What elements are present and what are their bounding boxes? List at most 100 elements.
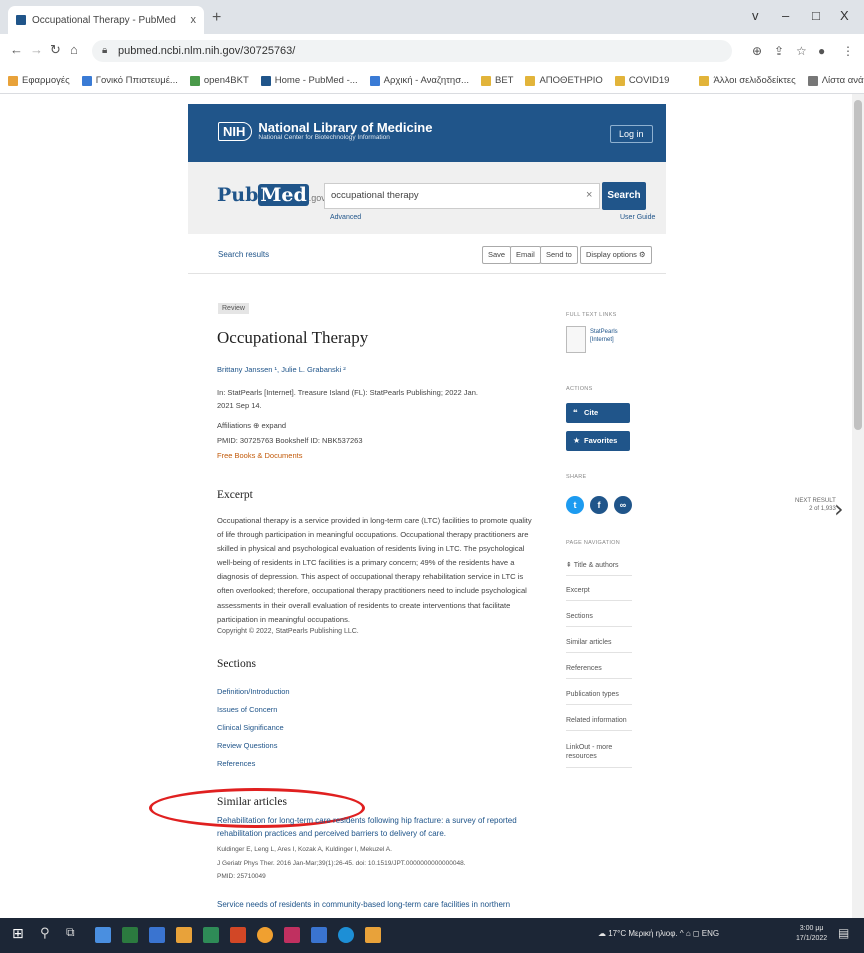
search-band: Pub Med .gov occupational therapy × Search… bbox=[188, 162, 666, 234]
clock[interactable]: 3:00 μμ 17/1/2022 bbox=[796, 924, 827, 944]
similar-article-title[interactable]: rehabilitation practices and perceived b… bbox=[217, 829, 446, 838]
bookmark-item[interactable]: Home - PubMed -... bbox=[260, 75, 358, 86]
zoom-icon[interactable]: ⊕ bbox=[752, 44, 762, 58]
folder-icon[interactable] bbox=[176, 927, 192, 943]
page-nav-linkout[interactable]: LinkOut - more resources bbox=[566, 743, 632, 768]
author-list[interactable]: Brittany Janssen ¹, Julie L. Grabanski ² bbox=[217, 365, 346, 374]
minimize-button[interactable]: – bbox=[782, 8, 789, 23]
advanced-search-link[interactable]: Advanced bbox=[330, 214, 361, 221]
page-nav-similar-articles[interactable]: Similar articles bbox=[566, 639, 632, 653]
section-link[interactable]: Definition/Introduction bbox=[217, 687, 290, 696]
cite-button[interactable]: ❝ Cite bbox=[566, 403, 630, 423]
facebook-icon[interactable]: f bbox=[590, 496, 608, 514]
twitter-icon[interactable]: t bbox=[566, 496, 584, 514]
clear-search-icon[interactable]: × bbox=[586, 189, 592, 201]
user-guide-link[interactable]: User Guide bbox=[620, 214, 655, 221]
page-nav-related-information[interactable]: Related information bbox=[566, 717, 632, 731]
pubmed-logo[interactable]: Pub Med .gov bbox=[217, 184, 326, 206]
address-bar[interactable]: 🔒︎ pubmed.ncbi.nlm.nih.gov/30725763/ bbox=[92, 40, 732, 62]
page-nav-title-authors[interactable]: ⇞ Title & authors bbox=[566, 561, 632, 576]
weather-icon[interactable]: ☁ bbox=[598, 929, 606, 938]
send-to-button[interactable]: Send to bbox=[540, 246, 578, 264]
app-icon[interactable] bbox=[284, 927, 300, 943]
app-icon[interactable] bbox=[203, 927, 219, 943]
maximize-button[interactable]: □ bbox=[812, 8, 820, 23]
full-text-link[interactable]: StatPearls [Internet] bbox=[590, 328, 618, 344]
page-nav-sections[interactable]: Sections bbox=[566, 613, 632, 627]
bookmark-favicon-icon bbox=[189, 75, 200, 86]
actions-label: ACTIONS bbox=[566, 386, 593, 392]
bookmark-item[interactable]: Αρχική - Αναζητησ... bbox=[369, 75, 469, 86]
chrome-icon[interactable] bbox=[257, 927, 273, 943]
scrollbar-thumb[interactable] bbox=[854, 100, 862, 430]
menu-kebab-icon[interactable]: ⋮ bbox=[842, 44, 854, 58]
task-view-icon[interactable]: ⧉ bbox=[66, 925, 82, 941]
free-books-link[interactable]: Free Books & Documents bbox=[217, 451, 302, 460]
edge-icon[interactable] bbox=[338, 927, 354, 943]
copyright: Copyright © 2022, StatPearls Publishing … bbox=[217, 628, 359, 635]
bookmark-item[interactable]: Γονικό Ππιστευμέ... bbox=[81, 75, 178, 86]
weather-text[interactable]: 17°C Μερική ηλιοφ. bbox=[608, 929, 677, 938]
search-input[interactable]: occupational therapy bbox=[324, 183, 600, 209]
app-icon[interactable] bbox=[311, 927, 327, 943]
page-nav-references[interactable]: References bbox=[566, 665, 632, 679]
back-arrow-icon[interactable]: ← bbox=[10, 42, 23, 57]
notifications-icon[interactable]: ▤ bbox=[838, 926, 854, 942]
page-navigation-label: PAGE NAVIGATION bbox=[566, 540, 621, 546]
tab-close-icon[interactable]: x bbox=[191, 14, 197, 26]
bookmark-folder[interactable]: COVID19 bbox=[614, 75, 669, 86]
statpearls-logo-icon[interactable] bbox=[566, 326, 586, 353]
bookmark-item[interactable]: Εφαρμογές bbox=[8, 75, 70, 86]
tab-strip: Occupational Therapy - PubMed x + v – □ … bbox=[0, 0, 864, 34]
section-link[interactable]: Review Questions bbox=[217, 741, 277, 750]
forward-arrow-icon[interactable]: → bbox=[30, 42, 43, 57]
windows-start-icon[interactable]: ⊞ bbox=[12, 925, 28, 941]
permalink-icon[interactable]: ∞ bbox=[614, 496, 632, 514]
apps-icon bbox=[8, 75, 18, 86]
next-result-link[interactable]: NEXT RESULT 2 of 1,933 bbox=[795, 497, 836, 513]
section-link[interactable]: References bbox=[217, 759, 255, 768]
search-icon[interactable]: ⚲ bbox=[40, 925, 56, 941]
bookmark-favicon-icon bbox=[369, 75, 380, 86]
login-button[interactable]: Log in bbox=[610, 125, 653, 143]
app-icon[interactable] bbox=[149, 927, 165, 943]
tray-icons[interactable]: ^ ⌂ ◻ ENG bbox=[680, 929, 719, 938]
similar-article-title[interactable]: Rehabilitation for long-term care reside… bbox=[217, 816, 517, 825]
bookmark-star-icon[interactable]: ☆ bbox=[796, 44, 807, 58]
nlm-logo[interactable]: NIH National Library of Medicine Nationa… bbox=[218, 121, 432, 141]
similar-article-journal: J Geriatr Phys Ther. 2016 Jan-Mar;39(1):… bbox=[217, 860, 466, 867]
new-tab-button[interactable]: + bbox=[212, 9, 221, 27]
app-icon[interactable] bbox=[122, 927, 138, 943]
favorites-button[interactable]: ★ Favorites bbox=[566, 431, 630, 451]
chevron-right-icon[interactable]: › bbox=[834, 495, 844, 523]
page-nav-publication-types[interactable]: Publication types bbox=[566, 691, 632, 705]
similar-article-title[interactable]: Service needs of residents in community-… bbox=[217, 900, 510, 909]
app-icon[interactable] bbox=[230, 927, 246, 943]
reload-icon[interactable]: ↻ bbox=[50, 42, 61, 58]
bookmark-folder[interactable]: Άλλοι σελιδοδείκτες bbox=[699, 75, 796, 86]
section-link[interactable]: Clinical Significance bbox=[217, 723, 284, 732]
folder-icon bbox=[614, 75, 625, 86]
page-nav-excerpt[interactable]: Excerpt bbox=[566, 587, 632, 601]
system-tray: ☁ 17°C Μερική ηλιοφ. ^ ⌂ ◻ ENG bbox=[598, 929, 719, 938]
browser-tab[interactable]: Occupational Therapy - PubMed x bbox=[8, 6, 204, 34]
profile-icon[interactable]: ● bbox=[818, 44, 825, 58]
home-icon[interactable]: ⌂ bbox=[70, 42, 78, 57]
quote-icon: ❝ bbox=[573, 408, 578, 417]
share-page-icon[interactable]: ⇪ bbox=[774, 44, 784, 58]
save-button[interactable]: Save bbox=[482, 246, 512, 264]
email-button[interactable]: Email bbox=[510, 246, 541, 264]
bookmark-item[interactable]: open4BKT bbox=[189, 75, 249, 86]
section-link[interactable]: Issues of Concern bbox=[217, 705, 277, 714]
search-button[interactable]: Search bbox=[602, 182, 646, 210]
reading-list[interactable]: Λίστα ανάγνωσης bbox=[807, 75, 864, 86]
bookmark-folder[interactable]: ΑΠΟΘΕΤΗΡΙΟ bbox=[525, 75, 603, 86]
search-results-link[interactable]: Search results bbox=[218, 250, 269, 259]
app-icon[interactable] bbox=[95, 927, 111, 943]
bookmark-folder[interactable]: ΒΕΤ bbox=[480, 75, 513, 86]
display-options-button[interactable]: Display options ⚙ bbox=[580, 246, 652, 264]
tab-search-icon[interactable]: v bbox=[752, 8, 759, 23]
close-window-button[interactable]: X bbox=[840, 8, 849, 23]
app-icon[interactable] bbox=[365, 927, 381, 943]
affiliations-toggle[interactable]: Affiliations ⊕ expand bbox=[217, 421, 286, 430]
